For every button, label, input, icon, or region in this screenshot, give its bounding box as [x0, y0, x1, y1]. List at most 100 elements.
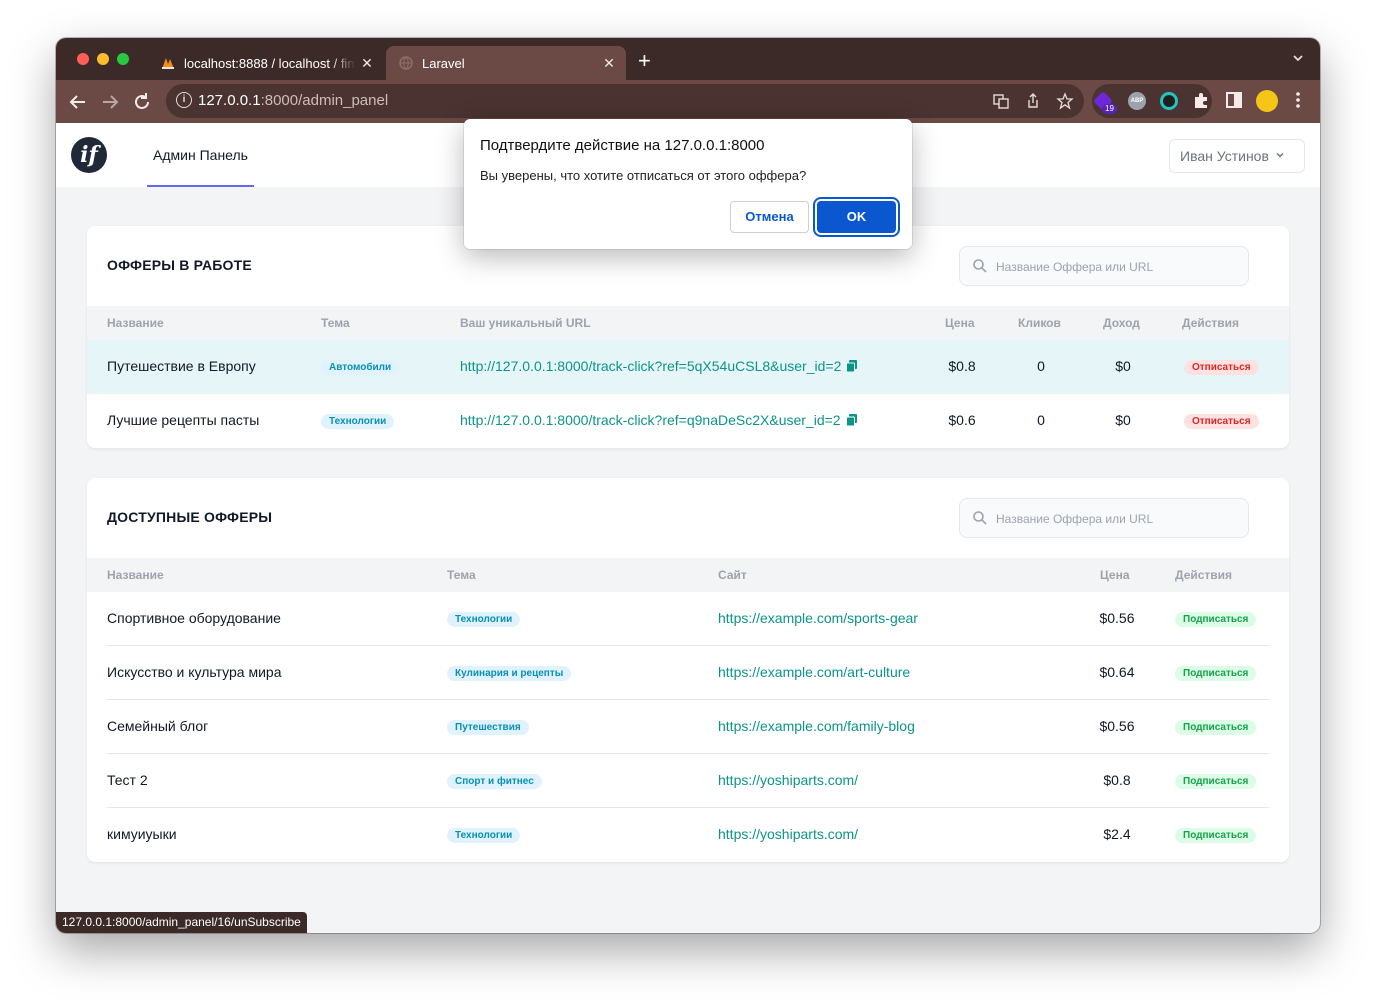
offer-name: Семейный блог: [107, 718, 209, 734]
column-header: Действия: [1182, 316, 1240, 330]
search-icon: [973, 511, 987, 525]
column-header: Тема: [447, 568, 476, 582]
forward-arrow-icon[interactable]: [97, 89, 123, 115]
site-link[interactable]: https://example.com/art-culture: [718, 664, 910, 680]
tab-title: localhost:8888 / localhost / fin: [184, 55, 355, 71]
minimize-window-button[interactable]: [97, 53, 109, 65]
site-info-icon[interactable]: i: [176, 92, 192, 108]
offer-name: Спортивное оборудование: [107, 610, 281, 626]
extension-ring-icon[interactable]: [1160, 92, 1178, 110]
site-link[interactable]: https://yoshiparts.com/: [718, 826, 858, 842]
address-bar[interactable]: i 127.0.0.1:8000/admin_panel: [166, 84, 1084, 118]
table-row: кимуиуыки Технологии https://yoshiparts.…: [87, 808, 1289, 862]
unique-url-link[interactable]: http://127.0.0.1:8000/track-click?ref=5q…: [460, 358, 859, 374]
income: $0: [1115, 358, 1131, 374]
confirm-dialog: Подтвердите действие на 127.0.0.1:8000 В…: [464, 119, 912, 249]
available-offers-title: ДОСТУПНЫЕ ОФФЕРЫ: [107, 509, 273, 525]
offer-name: кимуиуыки: [107, 826, 177, 842]
copy-icon[interactable]: [845, 413, 859, 427]
subscribe-button[interactable]: Подписаться: [1175, 612, 1257, 627]
price: $0.64: [1099, 664, 1135, 680]
subscribe-button[interactable]: Подписаться: [1175, 774, 1257, 789]
available-offers-search[interactable]: [959, 498, 1249, 538]
share-icon[interactable]: [1024, 92, 1042, 110]
table-row: Семейный блог Путешествия https://exampl…: [87, 700, 1289, 754]
profile-avatar[interactable]: [1256, 90, 1278, 112]
column-header: Ваш уникальный URL: [460, 316, 591, 330]
close-window-button[interactable]: [77, 53, 89, 65]
table-row: Путешествие в Европу Автомобили http://1…: [87, 340, 1289, 394]
address-host: 127.0.0.1: [198, 92, 261, 109]
topic-badge: Спорт и фитнес: [447, 774, 542, 789]
search-input[interactable]: [996, 256, 1236, 278]
column-header: Кликов: [1018, 316, 1061, 330]
zoom-window-button[interactable]: [117, 53, 129, 65]
extension-badge: 19: [1102, 104, 1117, 114]
extensions-puzzle-icon[interactable]: [1191, 89, 1213, 111]
close-icon[interactable]: ✕: [598, 55, 620, 72]
browser-window: localhost:8888 / localhost / fin ✕ Larav…: [56, 38, 1320, 933]
ok-button[interactable]: OK: [817, 201, 896, 233]
subscribe-button[interactable]: Подписаться: [1175, 666, 1257, 681]
tab-phpmyadmin[interactable]: localhost:8888 / localhost / fin ✕: [148, 46, 384, 80]
tab-search-chevron-icon[interactable]: [1292, 52, 1304, 64]
offer-name: Путешествие в Европу: [107, 358, 256, 374]
search-input[interactable]: [996, 508, 1236, 530]
site-link[interactable]: https://yoshiparts.com/: [718, 772, 858, 788]
unsubscribe-button[interactable]: Отписаться: [1184, 360, 1259, 375]
adblock-plus-icon[interactable]: ABP: [1128, 92, 1146, 110]
unique-url-link[interactable]: http://127.0.0.1:8000/track-click?ref=q9…: [460, 412, 859, 428]
clicks: 0: [1037, 412, 1045, 428]
unsubscribe-button[interactable]: Отписаться: [1184, 414, 1259, 429]
topic-badge: Автомобили: [321, 360, 400, 375]
bookmark-star-icon[interactable]: [1056, 92, 1074, 110]
table-row: Тест 2 Спорт и фитнес https://yoshiparts…: [87, 754, 1289, 808]
address-path: :8000/admin_panel: [260, 92, 389, 109]
close-icon[interactable]: ✕: [356, 55, 378, 72]
price: $0.56: [1099, 610, 1135, 626]
topic-badge: Технологии: [321, 414, 395, 429]
nav-admin-panel[interactable]: Админ Панель: [147, 123, 254, 187]
topic-badge: Технологии: [447, 612, 521, 627]
site-link[interactable]: https://example.com/sports-gear: [718, 610, 918, 626]
price: $0.6: [948, 412, 976, 428]
logo[interactable]: if: [71, 137, 107, 173]
column-header: Действия: [1175, 568, 1233, 582]
active-offers-search[interactable]: [959, 246, 1249, 286]
unique-url-text: http://127.0.0.1:8000/track-click?ref=q9…: [460, 412, 841, 428]
tab-title: Laravel: [422, 55, 465, 71]
clicks: 0: [1037, 358, 1045, 374]
topic-badge: Технологии: [447, 828, 521, 843]
column-header: Доход: [1103, 316, 1140, 330]
offer-name: Тест 2: [107, 772, 148, 788]
column-header: Название: [107, 568, 164, 582]
table-row: Искусство и культура мира Кулинария и ре…: [87, 646, 1289, 700]
user-menu-button[interactable]: Иван Устинов: [1169, 139, 1305, 173]
new-tab-button[interactable]: +: [638, 50, 651, 72]
dialog-title: Подтвердите действие на 127.0.0.1:8000: [480, 137, 765, 154]
tab-bar: localhost:8888 / localhost / fin ✕ Larav…: [56, 38, 1320, 80]
cancel-button[interactable]: Отмена: [730, 201, 809, 233]
price: $2.4: [1103, 826, 1131, 842]
back-arrow-icon[interactable]: [65, 89, 91, 115]
tab-laravel[interactable]: Laravel ✕: [386, 46, 626, 80]
side-panel-icon[interactable]: [1223, 89, 1245, 111]
browser-menu-icon[interactable]: [1287, 89, 1309, 111]
topic-badge: Путешествия: [447, 720, 529, 735]
phpmyadmin-icon: [162, 58, 174, 69]
available-offers-card: ДОСТУПНЫЕ ОФФЕРЫ Название Тема Сайт Цена…: [87, 478, 1289, 862]
income: $0: [1115, 412, 1131, 428]
user-name: Иван Устинов: [1180, 148, 1269, 164]
copy-icon[interactable]: [845, 359, 859, 373]
table-row: Спортивное оборудование Технологии https…: [87, 592, 1289, 646]
column-header: Цена: [1100, 568, 1130, 582]
subscribe-button[interactable]: Подписаться: [1175, 828, 1257, 843]
site-link[interactable]: https://example.com/family-blog: [718, 718, 915, 734]
reload-icon[interactable]: [129, 89, 155, 115]
offer-name: Искусство и культура мира: [107, 664, 282, 680]
table-header: Название Тема Сайт Цена Действия: [87, 558, 1289, 592]
subscribe-button[interactable]: Подписаться: [1175, 720, 1257, 735]
address-url[interactable]: 127.0.0.1:8000/admin_panel: [198, 92, 388, 109]
table-header: Название Тема Ваш уникальный URL Цена Кл…: [87, 306, 1289, 340]
translate-icon[interactable]: [992, 92, 1010, 110]
